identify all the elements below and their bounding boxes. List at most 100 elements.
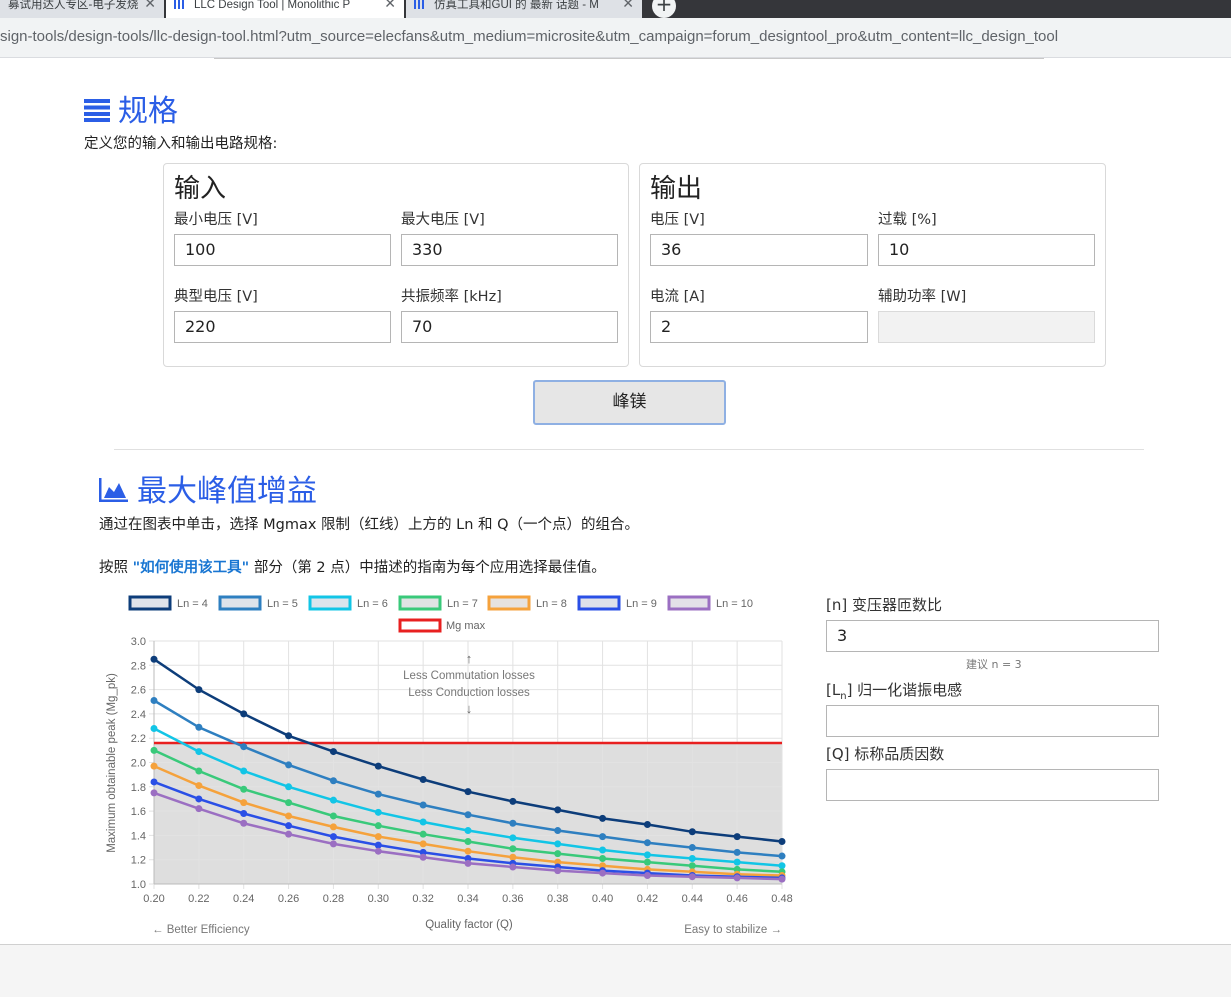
data-point [150, 697, 158, 705]
x-tick-label: 0.46 [726, 893, 747, 905]
browser-tab[interactable]: 仿真工具和GUI 的 最新 话题 - M ✕ [406, 0, 642, 18]
data-point [285, 830, 293, 838]
ln-label: [Ln] 归一化谐振电感 [826, 679, 962, 702]
input-panel: 输入 最小电压 [V] 100 最大电压 [V] 330 典型电压 [V] 22… [163, 163, 629, 367]
data-point [240, 810, 248, 818]
data-point [285, 799, 293, 807]
annotation-commutation: Less Commutation losses [403, 670, 535, 682]
y-tick-label: 2.8 [131, 660, 146, 672]
y-tick-label: 1.8 [131, 782, 146, 794]
data-point [240, 819, 248, 827]
data-point [150, 789, 158, 797]
voltage-label: 电压 [V] [650, 212, 705, 228]
data-point [419, 776, 427, 784]
chart-favicon-icon [414, 0, 426, 9]
data-point [150, 655, 158, 663]
chart-favicon-icon [174, 0, 186, 9]
data-point [464, 837, 472, 845]
res-freq-input[interactable]: 70 [401, 311, 618, 343]
turns-ratio-input[interactable]: 3 [826, 620, 1159, 652]
x-tick-label: 0.30 [368, 893, 389, 905]
data-point [464, 827, 472, 835]
x-tick-label: 0.28 [323, 893, 344, 905]
voltage-input[interactable]: 36 [650, 234, 868, 266]
x-tick-label: 0.20 [143, 893, 164, 905]
close-icon[interactable]: ✕ [622, 0, 634, 10]
data-point [195, 795, 203, 803]
data-point [688, 828, 696, 836]
data-point [150, 778, 158, 786]
browser-tabbar: 募试用达人专区-电子发烧 ✕ LLC Design Tool | Monolit… [0, 0, 1231, 18]
easy-to-stabilize-annotation: Easy to stabilize → [684, 924, 782, 936]
data-point [195, 767, 203, 775]
legend-label: Ln = 9 [626, 598, 657, 610]
min-voltage-input[interactable]: 100 [174, 234, 391, 266]
data-point [419, 830, 427, 838]
calculate-button[interactable]: 峰镁 [533, 380, 726, 425]
input-panel-title: 输入 [174, 174, 227, 204]
data-point [285, 812, 293, 820]
close-icon[interactable]: ✕ [144, 0, 156, 10]
y-tick-label: 2.4 [131, 709, 146, 721]
data-point [240, 710, 248, 718]
data-point [599, 833, 607, 841]
data-point [329, 823, 337, 831]
x-axis-title: Quality factor (Q) [425, 919, 513, 931]
up-arrow-annotation: ↑ [466, 651, 473, 666]
legend-swatch [218, 595, 262, 611]
address-bar[interactable]: sign-tools/design-tools/llc-design-tool.… [0, 18, 1231, 58]
tab-title: 募试用达人专区-电子发烧 [8, 0, 139, 11]
legend-label: Ln = 10 [716, 598, 753, 610]
ln-input[interactable] [826, 705, 1159, 737]
x-tick-label: 0.42 [637, 893, 658, 905]
area-chart-icon [98, 475, 129, 510]
data-point [733, 858, 741, 866]
q-input[interactable] [826, 769, 1159, 801]
close-icon[interactable]: ✕ [384, 0, 396, 10]
browser-tab-active[interactable]: LLC Design Tool | Monolithic P ✕ [166, 0, 404, 18]
turns-ratio-label: [n] 变压器匝数比 [826, 596, 942, 614]
current-input[interactable]: 2 [650, 311, 868, 343]
data-point [778, 875, 786, 883]
x-tick-label: 0.26 [278, 893, 299, 905]
q-label: [Q] 标称品质因数 [826, 745, 945, 763]
new-tab-button[interactable]: + [652, 0, 676, 18]
max-voltage-input[interactable]: 330 [401, 234, 618, 266]
data-point [643, 839, 651, 847]
data-point [554, 806, 562, 814]
data-point [374, 762, 382, 770]
how-to-use-link[interactable]: "如何使用该工具" [133, 560, 250, 576]
data-point [688, 862, 696, 870]
data-point [329, 812, 337, 820]
data-point [599, 814, 607, 822]
x-tick-label: 0.22 [188, 893, 209, 905]
data-point [733, 848, 741, 856]
data-point [374, 790, 382, 798]
data-point [509, 863, 517, 871]
aux-power-input [878, 311, 1095, 343]
max-peak-gain-chart[interactable]: 0.20 0.22 0.24 0.26 0.28 0.30 0.32 0.34 0.36 0.38… [96, 588, 800, 940]
typ-voltage-input[interactable]: 220 [174, 311, 391, 343]
data-point [464, 788, 472, 796]
data-point [285, 761, 293, 769]
ln-label-post: ] 归一化谐振电感 [846, 681, 963, 699]
legend-label: Ln = 6 [357, 598, 388, 610]
url-text[interactable]: sign-tools/design-tools/llc-design-tool.… [0, 28, 1058, 45]
x-tick-label: 0.38 [547, 893, 568, 905]
spec-section-title: 规格 [84, 86, 178, 130]
data-point [464, 847, 472, 855]
data-point [285, 822, 293, 830]
data-point [509, 834, 517, 842]
overload-input[interactable]: 10 [878, 234, 1095, 266]
data-point [374, 833, 382, 841]
data-point [688, 844, 696, 852]
browser-tab[interactable]: 募试用达人专区-电子发烧 ✕ [0, 0, 164, 18]
data-point [464, 811, 472, 819]
data-point [240, 743, 248, 751]
legend-label-mgmax: Mg max [446, 620, 486, 632]
data-point [643, 820, 651, 828]
y-tick-label: 1.0 [131, 879, 146, 891]
data-point [554, 827, 562, 835]
legend-swatch-mgmax [398, 618, 442, 633]
data-point [509, 797, 517, 805]
